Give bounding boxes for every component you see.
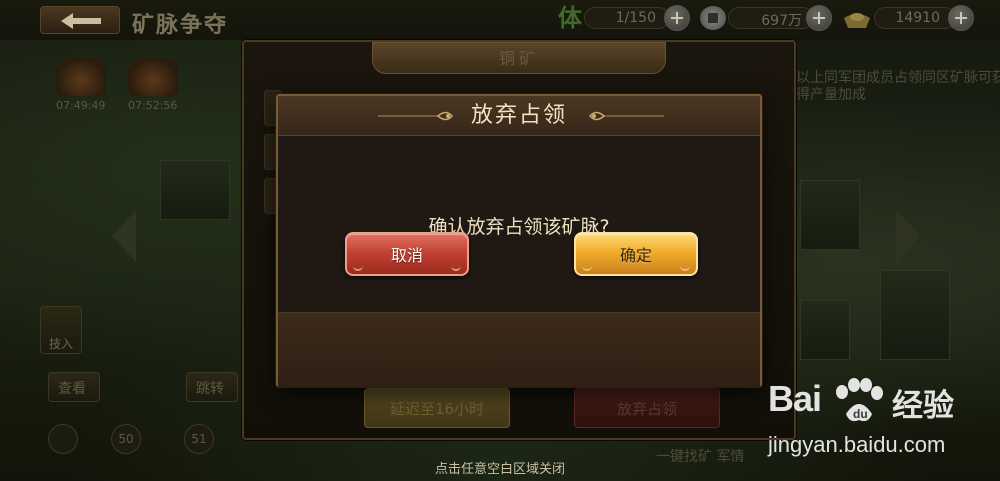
building-scenery [160,160,230,220]
dialog-header: 放弃占领 [278,96,760,136]
watermark-logo-cn: 经验 [892,388,954,424]
bonus-hint: 以上同军团成员占领同区矿脉可获得产量加成 [796,70,1000,103]
ornament-icon [378,111,453,121]
gold-resource: 14910 [842,5,978,31]
left-badge-button[interactable]: 技入 [40,306,82,354]
mine-timer: 07:52:56 [128,99,178,112]
next-page-arrow[interactable] [896,210,920,262]
top-bar: 矿脉争夺 体 1/150 697万 14910 [0,0,1000,40]
tab-view-label: 查看 [58,381,86,397]
mine-thumbnail[interactable] [128,58,178,96]
building-scenery [880,270,950,360]
building-scenery [800,180,860,250]
add-stamina-button[interactable] [664,5,690,31]
mine-thumbnail[interactable] [56,58,106,96]
gold-ingot-icon [842,8,872,34]
round-number[interactable]: 51 [184,424,214,454]
gold-value: 14910 [895,10,940,26]
giveup-button[interactable]: 放弃占领 [574,388,720,428]
round-number-blank[interactable] [48,424,78,454]
scene-title: 矿脉争夺 [132,12,229,38]
tab-jump-label: 跳转 [196,381,224,397]
left-badge-label: 技入 [49,337,74,351]
prev-page-arrow[interactable] [112,210,136,262]
dialog-title: 放弃占领 [470,103,567,128]
cancel-button[interactable]: 取消 [345,232,469,276]
mine-timer: 07:49:49 [56,99,106,112]
building-scenery [800,300,850,360]
watermark-logo: Bai [768,378,822,419]
round-number[interactable]: 50 [111,424,141,454]
confirm-button[interactable]: 确定 [574,232,698,276]
add-silver-button[interactable] [806,5,832,31]
paw-icon: du [836,378,883,422]
mine-panel-title: 铜矿 [498,49,539,68]
silver-resource: 697万 [700,5,836,31]
mine-panel-title-tab: 铜矿 [372,42,666,74]
back-button[interactable] [40,6,120,34]
back-arrow-icon [61,13,101,29]
delay-button[interactable]: 延迟至16小时 [364,388,510,428]
stamina-icon: 体 [558,3,582,32]
dialog-footer [278,312,760,387]
svg-text:du: du [853,407,868,421]
watermark-url: jingyan.baidu.com [768,432,946,457]
stamina-resource: 体 1/150 [556,5,692,31]
stamina-value: 1/150 [615,10,656,26]
add-gold-button[interactable] [948,5,974,31]
ornament-icon [589,111,664,121]
baidu-watermark: Bai du 经验 jingyan.baidu.com [768,378,1000,464]
silver-coin-icon [700,6,726,30]
silver-value: 697万 [761,13,802,29]
